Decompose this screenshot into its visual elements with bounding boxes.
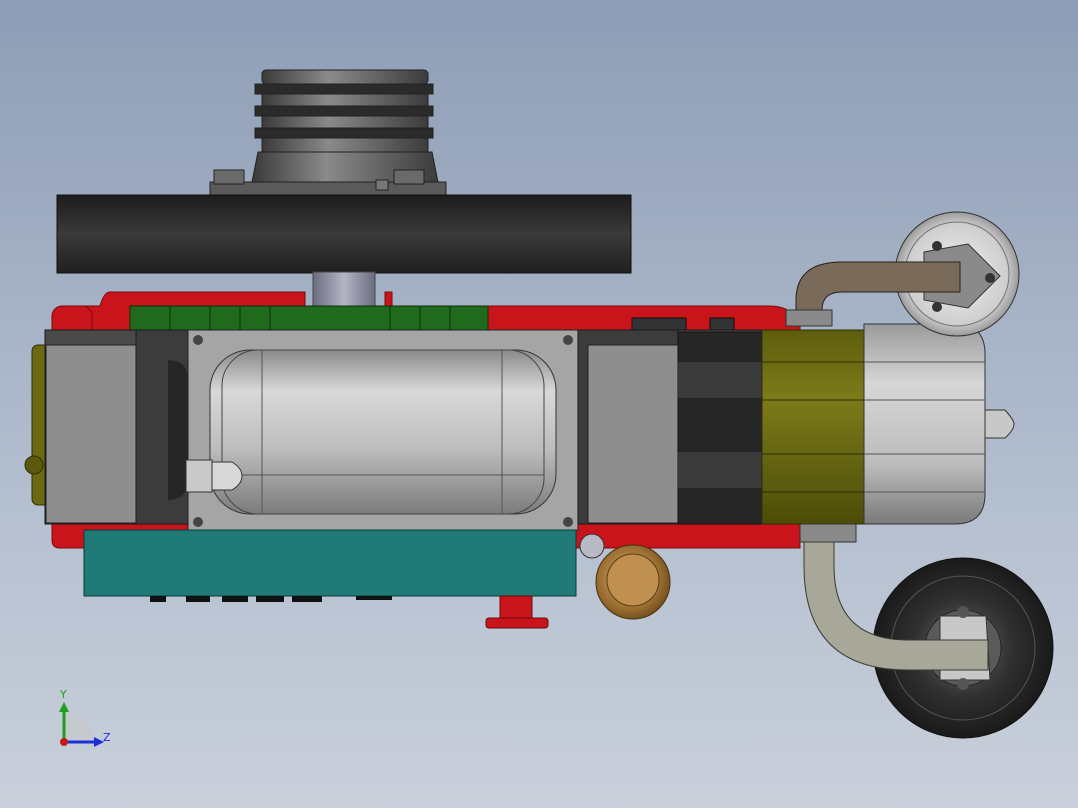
origin-dot <box>60 738 68 746</box>
drain-fitting <box>185 459 243 493</box>
red-foot <box>485 595 549 629</box>
cad-viewport[interactable]: Y Z <box>0 0 1078 808</box>
motor-stator <box>677 331 763 525</box>
left-cover <box>45 344 137 524</box>
inspection-cover <box>187 329 579 531</box>
motor-end-bell <box>863 323 1015 525</box>
right-cover <box>587 344 679 524</box>
teal-base <box>83 529 577 602</box>
belt-sheave <box>209 69 447 197</box>
flywheel-pulley <box>56 194 632 274</box>
y-axis-label: Y <box>60 688 67 701</box>
pump-assembly-model[interactable] <box>0 0 1078 808</box>
outlet-fitting <box>799 523 857 543</box>
z-axis-label: Z <box>103 731 111 744</box>
left-recess <box>168 360 188 500</box>
olive-collar <box>761 329 865 525</box>
drive-shaft <box>312 271 376 307</box>
